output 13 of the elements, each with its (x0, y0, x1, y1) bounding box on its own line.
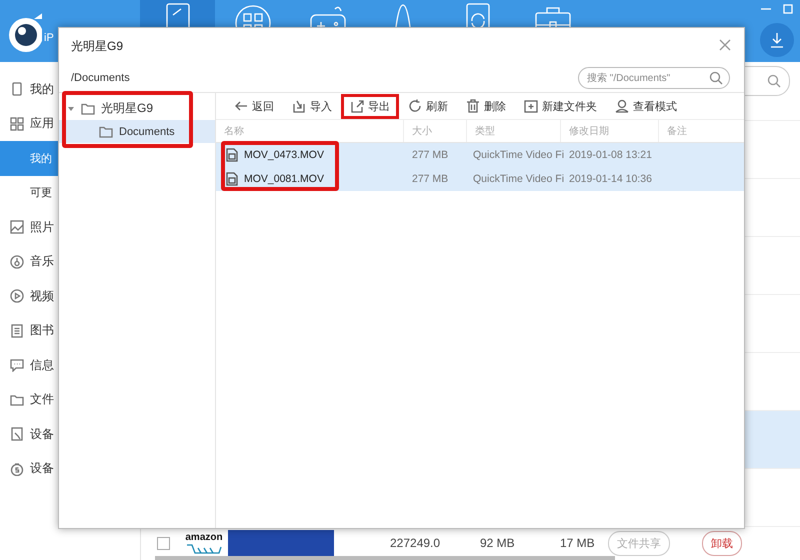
logo-text: iP (44, 32, 54, 44)
table-cell-text: QuickTime Video Fi (472, 172, 561, 187)
version-text: 227249.0 (390, 536, 442, 550)
path-text: /Documents (71, 72, 130, 84)
size-text: 92 MB (480, 536, 516, 550)
logo-text: amazon (185, 532, 223, 543)
table-cell-text: 277 MB (411, 172, 450, 187)
file-name: MOV_0081.MOV (244, 173, 324, 185)
table-cell-text: QuickTime Video Fi (472, 148, 561, 163)
table-cell-text: 277 MB (411, 148, 450, 163)
dialog-title: 光明星G9 (71, 38, 124, 54)
file-name: MOV_0473.MOV (244, 149, 324, 161)
data-size-text: 17 MB (560, 536, 596, 550)
